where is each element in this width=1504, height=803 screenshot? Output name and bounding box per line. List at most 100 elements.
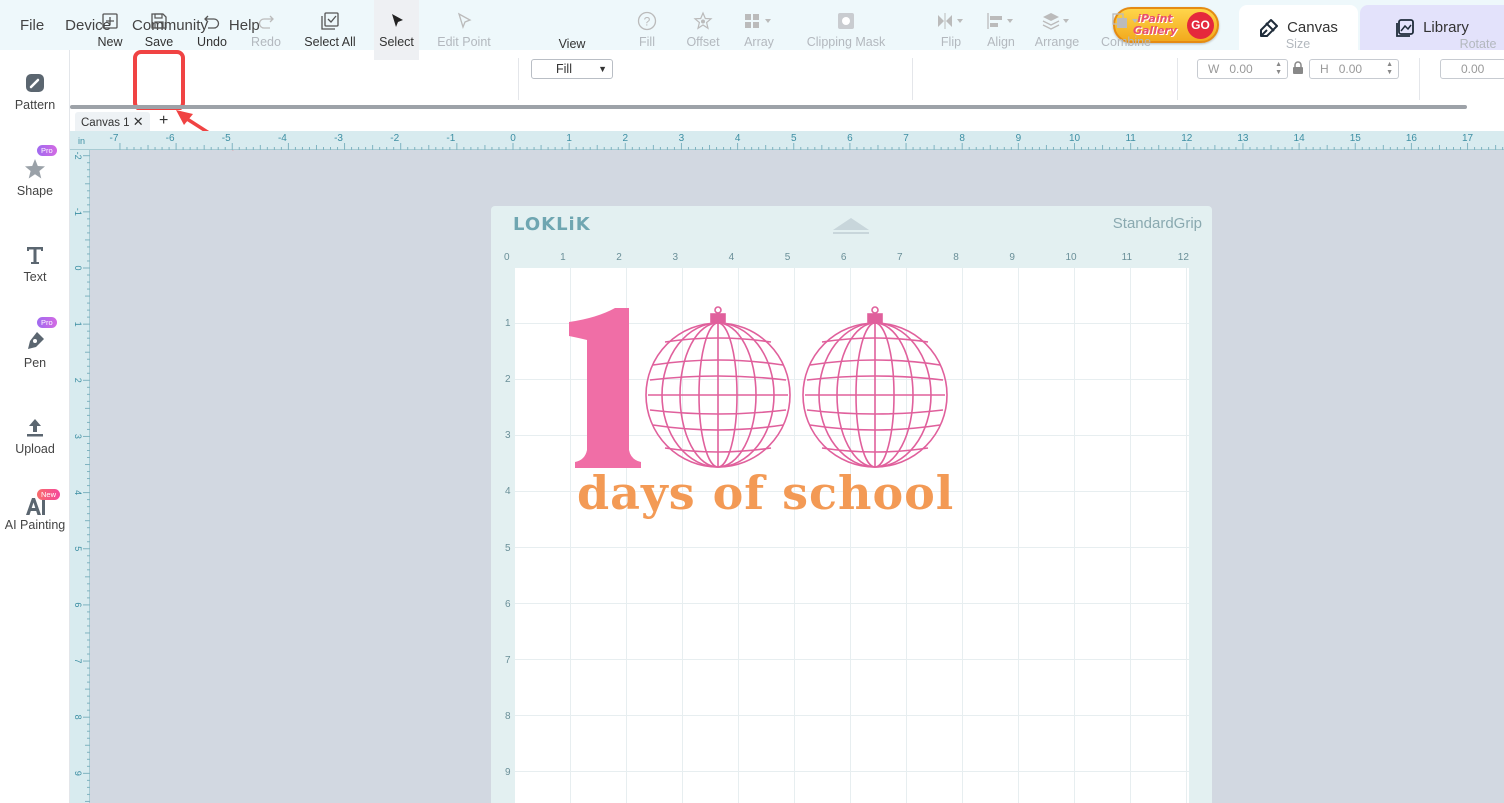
- height-value: 0.00: [1338, 62, 1363, 76]
- select-all-icon: [321, 12, 339, 30]
- sidebar-label-shape: Shape: [16, 184, 54, 198]
- ruler-tick-label: 10: [1069, 133, 1081, 144]
- arrange-label: Arrange: [1034, 35, 1080, 49]
- align-button[interactable]: Align: [981, 0, 1021, 60]
- save-label: Save: [144, 35, 174, 49]
- new-badge: New: [37, 489, 61, 500]
- mat-ruler-number: 7: [897, 252, 903, 263]
- offset-button[interactable]: Offset: [680, 0, 726, 60]
- toolbar-divider: [912, 58, 913, 100]
- mat-ruler-number: 6: [505, 598, 511, 610]
- select-button[interactable]: Select: [374, 0, 419, 60]
- mat-ruler-number: 3: [672, 252, 678, 263]
- toolbar-scrollbar[interactable]: [70, 105, 1467, 109]
- disco-ball-left: [645, 306, 791, 468]
- new-file-icon: [102, 13, 118, 29]
- view-control: View: [541, 0, 603, 60]
- mat-ruler-number: 6: [840, 252, 847, 263]
- fill-label: Fill: [639, 35, 655, 49]
- ruler-tick-label: -2: [73, 152, 83, 160]
- rotate-label: Rotate: [1459, 37, 1497, 51]
- redo-button[interactable]: Redo: [244, 0, 288, 60]
- sidebar-label-upload: Upload: [15, 442, 55, 456]
- fill-button[interactable]: ? Fill: [627, 0, 667, 60]
- select-all-label: Select All: [304, 35, 356, 49]
- array-label: Array: [744, 35, 774, 49]
- view-mode-select[interactable]: Fill ▼: [531, 59, 613, 79]
- mat-ruler-number: 0: [504, 252, 510, 263]
- add-tab-button[interactable]: +: [159, 110, 168, 131]
- width-label: W: [1208, 62, 1220, 76]
- library-tab-icon: [1396, 18, 1414, 37]
- select-all-button[interactable]: Select All: [300, 0, 360, 60]
- align-icon: [987, 13, 1013, 29]
- sidebar-label-pattern: Pattern: [14, 98, 56, 112]
- mat-ruler-number: 11: [1121, 252, 1133, 263]
- rotate-input[interactable]: 0.00: [1440, 59, 1504, 79]
- ruler-tick-label: 0: [73, 265, 83, 270]
- mat-ruler-number: 4: [505, 486, 511, 498]
- undo-button[interactable]: Undo: [190, 0, 234, 60]
- ruler-top-ticks: -7 -6 -5 -4 -3 -2 -1 0 1 2 3 4 5 6 7 8 9 10 11 12 13 14 15 16 17: [109, 133, 1504, 150]
- ruler-tick-label: -1: [73, 208, 83, 216]
- sidebar-item-text[interactable]: Text: [0, 244, 70, 284]
- undo-label: Undo: [197, 35, 227, 49]
- ruler-tick-label: 0: [510, 133, 516, 144]
- sidebar-item-ai-painting[interactable]: New AI Painting: [0, 489, 70, 533]
- close-icon[interactable]: ✕: [133, 114, 144, 129]
- select-label: Select: [379, 35, 414, 49]
- flip-button[interactable]: Flip: [932, 0, 970, 60]
- doc-tab-label: Canvas 1: [81, 117, 130, 129]
- align-label: Align: [987, 35, 1015, 49]
- arrange-button[interactable]: Arrange: [1032, 0, 1082, 60]
- ruler-tick-label: 9: [73, 771, 83, 776]
- height-input[interactable]: H 0.00 ▲ ▼: [1309, 59, 1399, 79]
- clipping-mask-button[interactable]: Clipping Mask: [802, 0, 890, 60]
- mat-brand-logo: LOKLiK: [513, 214, 591, 235]
- pro-badge: Pro: [37, 317, 57, 328]
- mat-ruler-number: 1: [505, 318, 511, 329]
- ruler-tick-label: -2: [390, 133, 399, 144]
- edit-point-button[interactable]: Edit Point: [433, 0, 495, 60]
- mat-grid-area[interactable]: days of school: [515, 268, 1189, 803]
- doc-tab-canvas-1[interactable]: Canvas 1 ✕: [75, 112, 150, 131]
- redo-icon: [258, 15, 274, 29]
- ruler-vertical[interactable]: -2 -1 0 1 2 3 4 5 6 7 8 9: [70, 150, 90, 803]
- save-icon: [151, 13, 167, 29]
- ruler-tick-label: -5: [222, 133, 231, 144]
- height-spinner-icon[interactable]: ▲ ▼: [1386, 61, 1393, 77]
- document-tabs: Canvas 1 ✕ +: [70, 110, 1504, 131]
- ruler-horizontal[interactable]: in -7 -6 -5 -4 -3 -2 -1 0 1 2 3 4 5 6 7 8 9 10 11 12 13 14 15 1…: [70, 131, 1504, 150]
- sidebar-item-shape[interactable]: Pro Shape: [0, 145, 70, 198]
- mat-grip-label: StandardGrip: [1112, 215, 1202, 232]
- new-button[interactable]: New: [91, 0, 129, 60]
- ruler-tick-label: 12: [1181, 133, 1193, 144]
- size-label: Size: [1285, 37, 1311, 51]
- mat-ruler-number: 2: [505, 374, 511, 386]
- menu-file[interactable]: File: [20, 17, 44, 34]
- ruler-tick-label: 7: [903, 133, 909, 144]
- sidebar-item-pattern[interactable]: Pattern: [0, 72, 70, 112]
- ruler-tick-label: 16: [1406, 133, 1418, 144]
- ruler-tick-label: 5: [73, 546, 83, 551]
- edit-point-icon: [457, 12, 472, 29]
- sidebar-item-upload[interactable]: Upload: [0, 416, 70, 456]
- ruler-tick-label: -6: [166, 133, 175, 144]
- width-spinner-icon[interactable]: ▲ ▼: [1275, 61, 1282, 77]
- sidebar-item-pen[interactable]: Pro Pen: [0, 317, 70, 370]
- mat-ruler-number: 8: [953, 252, 959, 263]
- ruler-tick-label: 4: [735, 133, 741, 144]
- array-button[interactable]: Array: [737, 0, 781, 60]
- mat-ruler-number: 5: [784, 252, 791, 263]
- combine-icon: [1112, 13, 1138, 28]
- save-highlight-box: [133, 50, 185, 111]
- width-input[interactable]: W 0.00 ▲ ▼: [1197, 59, 1288, 79]
- ruler-tick-label: 8: [73, 715, 83, 720]
- lock-icon[interactable]: [1292, 61, 1304, 75]
- ruler-tick-label: 7: [73, 659, 83, 664]
- width-value: 0.00: [1229, 62, 1253, 76]
- combine-button[interactable]: Combine: [1096, 0, 1156, 60]
- toolbar-divider: [1419, 58, 1420, 100]
- ruler-tick-label: 11: [1125, 133, 1136, 144]
- mat-ruler-number: 5: [505, 542, 511, 554]
